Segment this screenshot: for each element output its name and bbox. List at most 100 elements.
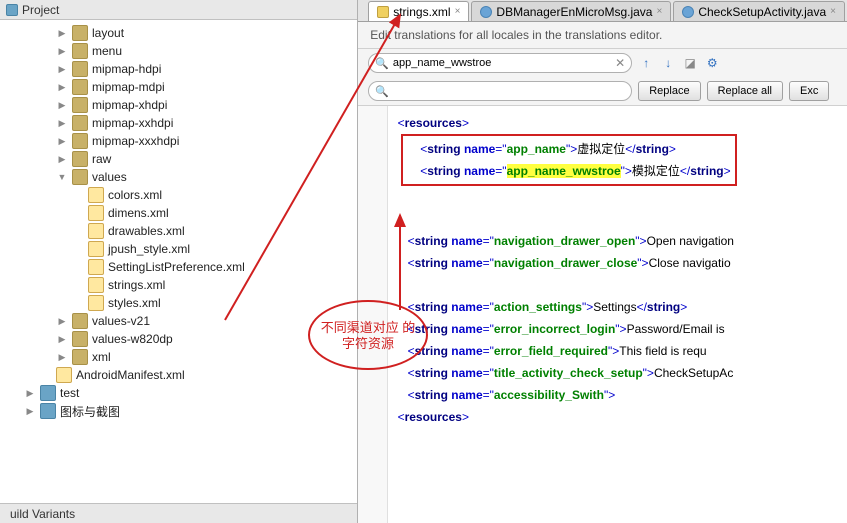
filexml-icon — [88, 241, 104, 257]
tree-item-raw[interactable]: raw — [0, 150, 357, 168]
tree-label: mipmap-hdpi — [92, 62, 161, 76]
folder-small-icon — [6, 4, 18, 16]
arrow-up-icon[interactable]: ↑ — [638, 55, 654, 71]
filexml-icon — [88, 223, 104, 239]
chevron-closed-icon[interactable] — [56, 334, 68, 345]
code-content: <resources> <string name="app_name">虚拟定位… — [394, 112, 843, 428]
chevron-closed-icon[interactable] — [56, 46, 68, 57]
tree-label: mipmap-mdpi — [92, 80, 165, 94]
tree-item-SettingListPreference-xml[interactable]: SettingListPreference.xml — [0, 258, 357, 276]
java-file-icon — [682, 6, 694, 18]
tab-label: strings.xml — [393, 5, 450, 19]
tree-item-values[interactable]: values — [0, 168, 357, 186]
tree-item-values-v21[interactable]: values-v21 — [0, 312, 357, 330]
build-variants-tab[interactable]: uild Variants — [0, 503, 357, 523]
chevron-closed-icon[interactable] — [56, 118, 68, 129]
tree-label: values-w820dp — [92, 332, 173, 346]
tree-label: AndroidManifest.xml — [76, 368, 185, 382]
tree-label: layout — [92, 26, 124, 40]
filexml-icon — [88, 205, 104, 221]
chevron-closed-icon[interactable] — [24, 388, 36, 399]
exclude-button[interactable]: Exc — [789, 81, 829, 101]
tree-label: drawables.xml — [108, 224, 185, 238]
replace-button[interactable]: Replace — [638, 81, 700, 101]
editor-panel: strings.xml×DBManagerEnMicroMsg.java×Che… — [358, 0, 847, 523]
xml-file-icon — [377, 6, 389, 18]
java-file-icon — [480, 6, 492, 18]
replace-field-wrap[interactable]: 🔍 — [368, 81, 632, 101]
folder-res-icon — [72, 349, 88, 365]
project-panel: Project layout menu mipmap-hdpi mipmap-mdpi… — [0, 0, 358, 523]
tree-item-layout[interactable]: layout — [0, 24, 357, 42]
translation-hint[interactable]: Edit translations for all locales in the… — [358, 22, 847, 49]
close-icon[interactable]: × — [455, 6, 461, 17]
tree-item-colors-xml[interactable]: colors.xml — [0, 186, 357, 204]
close-icon[interactable]: × — [830, 6, 836, 17]
build-variants-label: uild Variants — [10, 507, 75, 521]
gear-icon[interactable]: ⚙ — [704, 55, 720, 71]
chevron-closed-icon[interactable] — [56, 82, 68, 93]
tab-label: CheckSetupActivity.java — [698, 5, 826, 19]
tree-item-styles-xml[interactable]: styles.xml — [0, 294, 357, 312]
tree-label: mipmap-xxxhdpi — [92, 134, 179, 148]
tab-strings-xml[interactable]: strings.xml × — [368, 1, 469, 21]
chevron-closed-icon[interactable] — [56, 136, 68, 147]
folder-res-icon — [72, 151, 88, 167]
folder-res-icon — [72, 115, 88, 131]
find-input[interactable] — [393, 57, 615, 69]
folder-icon — [40, 403, 56, 419]
chevron-closed-icon[interactable] — [56, 154, 68, 165]
folder-res-icon — [72, 61, 88, 77]
folder-res-icon — [72, 25, 88, 41]
replace-input[interactable] — [393, 85, 625, 97]
find-field-wrap[interactable]: 🔍 ✕ — [368, 53, 632, 73]
tree-label: dimens.xml — [108, 206, 169, 220]
tree-item-mipmap-xxhdpi[interactable]: mipmap-xxhdpi — [0, 114, 357, 132]
tree-item-mipmap-hdpi[interactable]: mipmap-hdpi — [0, 60, 357, 78]
folder-res-icon — [72, 79, 88, 95]
chevron-closed-icon[interactable] — [56, 352, 68, 363]
tree-item-values-w820dp[interactable]: values-w820dp — [0, 330, 357, 348]
editor-gutter — [358, 106, 388, 523]
tab-CheckSetupActivity-java[interactable]: CheckSetupActivity.java × — [673, 1, 845, 21]
chevron-closed-icon[interactable] — [56, 316, 68, 327]
tree-label: mipmap-xxhdpi — [92, 116, 173, 130]
tree-label: strings.xml — [108, 278, 165, 292]
tree-item-drawables-xml[interactable]: drawables.xml — [0, 222, 357, 240]
chevron-closed-icon[interactable] — [56, 28, 68, 39]
tab-DBManagerEnMicroMsg-java[interactable]: DBManagerEnMicroMsg.java× — [471, 1, 671, 21]
tree-label: values — [92, 170, 127, 184]
project-panel-label: Project — [22, 3, 59, 17]
project-tree[interactable]: layout menu mipmap-hdpi mipmap-mdpi mipmap-x… — [0, 20, 357, 503]
folder-res-icon — [72, 133, 88, 149]
tree-item-jpush-style-xml[interactable]: jpush_style.xml — [0, 240, 357, 258]
tree-item------[interactable]: 图标与截图 — [0, 402, 357, 420]
tree-item-AndroidManifest-xml[interactable]: AndroidManifest.xml — [0, 366, 357, 384]
project-panel-title: Project — [0, 0, 357, 20]
tree-item-xml[interactable]: xml — [0, 348, 357, 366]
tree-item-mipmap-xxxhdpi[interactable]: mipmap-xxxhdpi — [0, 132, 357, 150]
replace-all-button[interactable]: Replace all — [707, 81, 783, 101]
code-editor[interactable]: <resources> <string name="app_name">虚拟定位… — [358, 106, 847, 523]
tree-item-test[interactable]: test — [0, 384, 357, 402]
tree-item-strings-xml[interactable]: strings.xml — [0, 276, 357, 294]
close-icon[interactable]: × — [656, 6, 662, 17]
chevron-open-icon[interactable] — [56, 172, 68, 182]
tree-item-menu[interactable]: menu — [0, 42, 357, 60]
tree-label: menu — [92, 44, 122, 58]
folder-icon — [40, 385, 56, 401]
filter-icon[interactable]: ◪ — [682, 55, 698, 71]
chevron-closed-icon[interactable] — [56, 64, 68, 75]
arrow-down-icon[interactable]: ↓ — [660, 55, 676, 71]
filexml-icon — [88, 259, 104, 275]
tree-label: values-v21 — [92, 314, 150, 328]
clear-icon[interactable]: ✕ — [615, 56, 625, 70]
replace-toolbar: 🔍 Replace Replace all Exc — [358, 77, 847, 106]
tree-item-dimens-xml[interactable]: dimens.xml — [0, 204, 357, 222]
tree-item-mipmap-mdpi[interactable]: mipmap-mdpi — [0, 78, 357, 96]
tree-item-mipmap-xhdpi[interactable]: mipmap-xhdpi — [0, 96, 357, 114]
tree-label: SettingListPreference.xml — [108, 260, 245, 274]
tree-label: jpush_style.xml — [108, 242, 190, 256]
chevron-closed-icon[interactable] — [56, 100, 68, 111]
chevron-closed-icon[interactable] — [24, 406, 36, 417]
